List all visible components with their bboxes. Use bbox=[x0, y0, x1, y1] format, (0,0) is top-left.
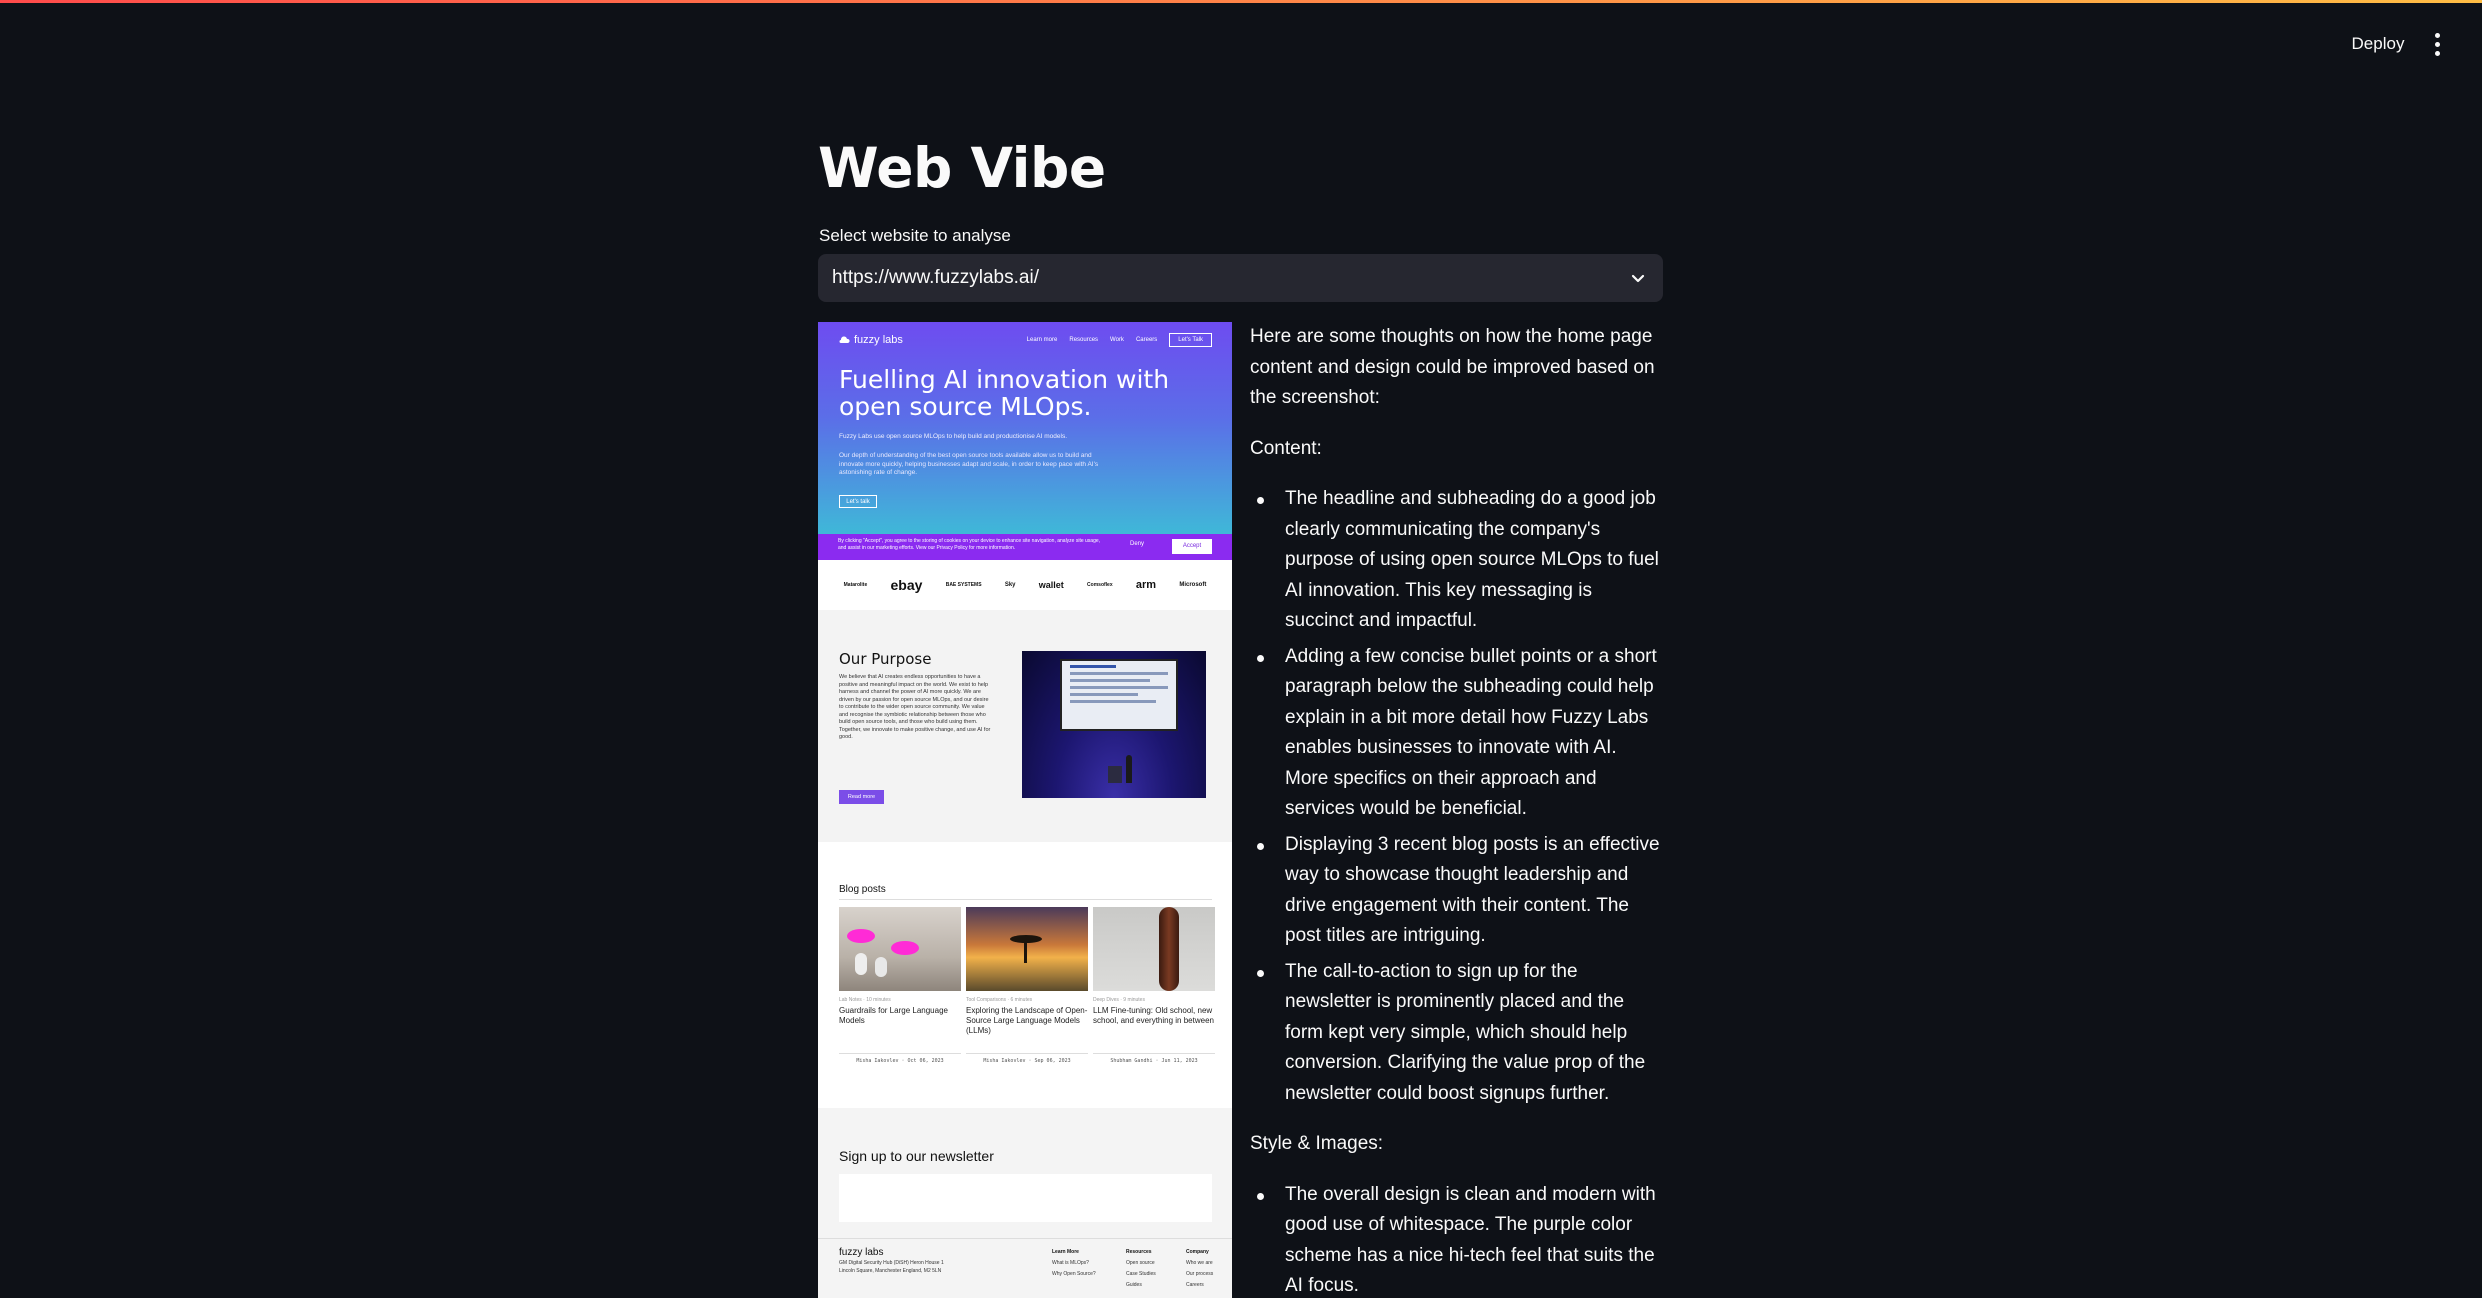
footer-link: Guides bbox=[1126, 1282, 1142, 1288]
blog-card: Deep Dives · 9 minutes LLM Fine-tuning: … bbox=[1093, 907, 1215, 1082]
site-footer-logo: fuzzy labs bbox=[839, 1247, 884, 1258]
blog-meta: Lab Notes · 10 minutes bbox=[839, 997, 891, 1003]
analysis-output: Here are some thoughts on how the home p… bbox=[1250, 322, 1665, 1298]
blog-card: Lab Notes · 10 minutes Guardrails for La… bbox=[839, 907, 961, 1082]
site-headline: Fuelling AI innovation with open source … bbox=[839, 365, 1170, 421]
site-nav-link: Careers bbox=[1135, 337, 1158, 343]
blog-image-sunset bbox=[966, 907, 1088, 991]
footer-link: Our process bbox=[1186, 1271, 1214, 1277]
podium bbox=[1108, 766, 1122, 783]
analysis-content-heading: Content: bbox=[1250, 437, 1322, 459]
website-select-value: https://www.fuzzylabs.ai/ bbox=[832, 267, 1039, 288]
site-hero-button: Let's talk bbox=[839, 495, 877, 508]
site-purpose-section: Our Purpose We believe that AI creates e… bbox=[818, 610, 1232, 842]
site-footer: fuzzy labs GM Digital Security Hub (DiSH… bbox=[818, 1238, 1232, 1298]
website-screenshot: fuzzy labs Learn more Resources Work Car… bbox=[818, 322, 1232, 1298]
analysis-style-list: The overall design is clean and modern w… bbox=[1250, 1180, 1665, 1298]
blog-card: Tool Comparisons · 6 minutes Exploring t… bbox=[966, 907, 1088, 1082]
presentation-screen bbox=[1060, 659, 1178, 731]
site-footer-address: GM Digital Security Hub (DiSH) Heron Hou… bbox=[839, 1260, 944, 1274]
analysis-point: Adding a few concise bullet points or a … bbox=[1250, 642, 1665, 825]
client-logo: Comsoflex bbox=[1087, 582, 1113, 588]
client-logo: arm bbox=[1135, 579, 1157, 591]
divider bbox=[839, 899, 1212, 900]
blog-author: Misha Iakovlev · Oct 06, 2023 bbox=[839, 1053, 961, 1064]
site-newsletter-form bbox=[839, 1174, 1212, 1222]
blog-image-birds bbox=[839, 907, 961, 991]
site-client-logos: Matarolite ebay BAE SYSTEMS Sky wallet C… bbox=[818, 560, 1232, 610]
blog-meta: Deep Dives · 9 minutes bbox=[1093, 997, 1145, 1003]
site-hero-paragraph: Our depth of understanding of the best o… bbox=[839, 452, 1099, 476]
site-cookie-accept: Accept bbox=[1172, 539, 1212, 554]
kebab-vertical-icon[interactable] bbox=[2422, 26, 2452, 62]
footer-col-head: Resources bbox=[1126, 1249, 1152, 1255]
site-nav-link: Resources bbox=[1069, 337, 1099, 343]
analysis-point: Displaying 3 recent blog posts is an eff… bbox=[1250, 830, 1665, 952]
site-cookie-text: By clicking "Accept", you agree to the s… bbox=[838, 538, 1101, 551]
speaker-figure bbox=[1126, 755, 1132, 783]
site-blog-title: Blog posts bbox=[839, 884, 886, 895]
site-subheading: Fuzzy Labs use open source MLOps to help… bbox=[839, 433, 1067, 440]
analysis-content-list: The headline and subheading do a good jo… bbox=[1250, 484, 1665, 1109]
blog-title: LLM Fine-tuning: Old school, new school,… bbox=[1093, 1006, 1214, 1025]
footer-link: Why Open Source? bbox=[1052, 1271, 1096, 1277]
footer-col-head: Learn More bbox=[1052, 1249, 1079, 1255]
site-nav-cta: Let's Talk bbox=[1169, 333, 1212, 347]
client-logo: ebay bbox=[890, 577, 923, 593]
client-logo: Microsoft bbox=[1179, 582, 1207, 588]
cloud-logo-icon bbox=[839, 336, 850, 343]
site-newsletter-title: Sign up to our newsletter bbox=[839, 1148, 994, 1164]
footer-link: Careers bbox=[1186, 1282, 1204, 1288]
chevron-down-icon bbox=[1631, 274, 1645, 283]
site-logo-text: fuzzy labs bbox=[854, 334, 903, 346]
blog-author: Shubham Gandhi · Jun 11, 2023 bbox=[1093, 1053, 1215, 1064]
site-nav: fuzzy labs Learn more Resources Work Car… bbox=[838, 332, 1212, 348]
analysis-point: The call-to-action to sign up for the ne… bbox=[1250, 957, 1665, 1110]
analysis-style-heading: Style & Images: bbox=[1250, 1133, 1384, 1154]
analysis-intro: Here are some thoughts on how the home p… bbox=[1250, 326, 1655, 408]
site-hero: fuzzy labs Learn more Resources Work Car… bbox=[818, 322, 1232, 534]
footer-link: What is MLOps? bbox=[1052, 1260, 1089, 1266]
site-purpose-title: Our Purpose bbox=[839, 650, 932, 668]
site-cookie-banner: By clicking "Accept", you agree to the s… bbox=[818, 534, 1232, 560]
page-title: Web Vibe bbox=[818, 136, 1106, 200]
analysis-point: The overall design is clean and modern w… bbox=[1250, 1180, 1665, 1298]
analysis-point: The headline and subheading do a good jo… bbox=[1250, 484, 1665, 637]
footer-link: Who we are bbox=[1186, 1260, 1213, 1266]
site-footer-column: Company Who we are Our process Careers bbox=[1186, 1247, 1213, 1291]
deploy-button[interactable]: Deploy bbox=[2338, 26, 2418, 62]
website-select-label: Select website to analyse bbox=[819, 226, 1011, 245]
site-blog-section: Blog posts Lab Notes · 10 minutes Guardr… bbox=[818, 842, 1232, 1108]
conference-stage-image bbox=[1022, 651, 1206, 798]
site-footer-column: Learn More What is MLOps? Why Open Sourc… bbox=[1052, 1247, 1096, 1280]
website-select[interactable]: https://www.fuzzylabs.ai/ bbox=[818, 254, 1663, 302]
site-newsletter-section: Sign up to our newsletter bbox=[818, 1108, 1232, 1238]
blog-image-violin bbox=[1093, 907, 1215, 991]
client-logo: wallet bbox=[1038, 580, 1064, 590]
footer-link: Case Studies bbox=[1126, 1271, 1156, 1277]
client-logo: BAE SYSTEMS bbox=[945, 582, 982, 588]
blog-meta: Tool Comparisons · 6 minutes bbox=[966, 997, 1033, 1003]
site-purpose-button: Read more bbox=[839, 790, 884, 804]
blog-title: Guardrails for Large Language Models bbox=[839, 1006, 948, 1025]
blog-title: Exploring the Landscape of Open-Source L… bbox=[966, 1006, 1088, 1035]
site-nav-link: Work bbox=[1110, 337, 1124, 343]
site-nav-link: Learn more bbox=[1026, 337, 1058, 343]
site-footer-column: Resources Open source Case Studies Guide… bbox=[1126, 1247, 1156, 1291]
site-cookie-deny: Deny bbox=[1130, 541, 1145, 547]
site-logo: fuzzy labs bbox=[838, 334, 903, 346]
client-logo: Sky bbox=[1004, 582, 1016, 588]
site-purpose-text: We believe that AI creates endless oppor… bbox=[839, 674, 991, 740]
client-logo: Matarolite bbox=[843, 582, 868, 588]
top-decoration-bar bbox=[0, 0, 2482, 3]
footer-link: Open source bbox=[1126, 1260, 1155, 1266]
footer-col-head: Company bbox=[1186, 1249, 1209, 1255]
blog-author: Misha Iakovlev · Sep 06, 2023 bbox=[966, 1053, 1088, 1064]
